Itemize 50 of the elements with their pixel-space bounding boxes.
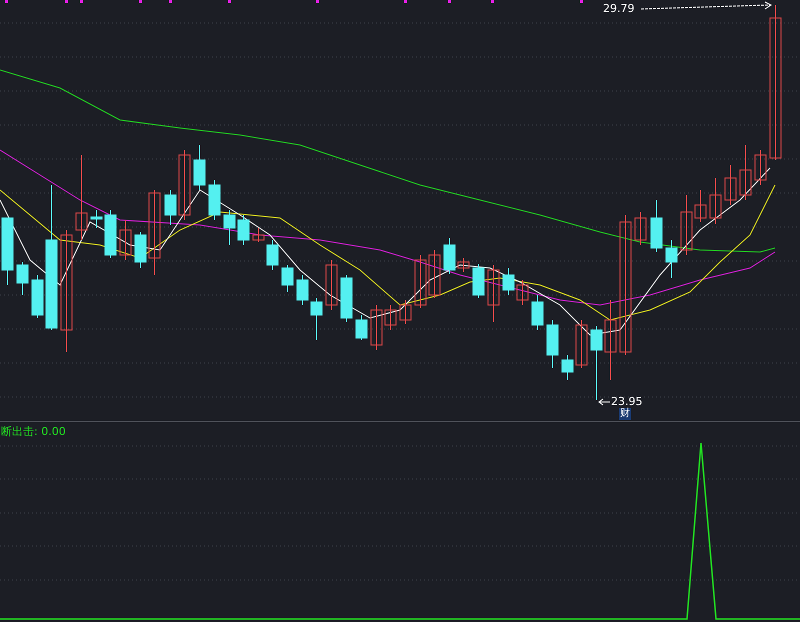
candlestick xyxy=(710,178,722,224)
candlestick xyxy=(208,180,220,220)
candlestick xyxy=(104,210,116,258)
candlestick xyxy=(384,304,396,330)
candlestick xyxy=(680,194,692,256)
candlestick xyxy=(532,294,544,330)
candlestick xyxy=(16,262,28,296)
candlestick xyxy=(488,264,500,322)
candlestick xyxy=(134,232,146,268)
candlestick xyxy=(310,298,322,340)
candlestick xyxy=(296,274,308,306)
price-label: 23.95 xyxy=(611,395,642,408)
candlestick xyxy=(326,260,338,310)
candlestick xyxy=(444,238,456,274)
candlestick xyxy=(266,240,278,270)
candlestick xyxy=(178,150,190,220)
candlestick xyxy=(194,144,206,190)
candlestick xyxy=(754,150,766,186)
price-label: 29.79 xyxy=(603,2,634,15)
candlestick xyxy=(650,200,662,252)
leader-arrow xyxy=(598,398,610,406)
candlestick xyxy=(356,314,368,340)
candlestick xyxy=(340,274,352,322)
candlestick xyxy=(666,240,678,278)
candlestick xyxy=(120,220,132,260)
indicator-label: 断出击: 0.00 xyxy=(1,425,66,438)
candlestick xyxy=(414,254,426,308)
candlestick xyxy=(562,354,574,380)
candlestick xyxy=(472,264,484,298)
candlestick xyxy=(238,214,250,246)
candlestick xyxy=(164,190,176,226)
event-tag: 财 xyxy=(619,408,631,420)
candlestick xyxy=(370,304,382,350)
candlestick xyxy=(252,228,264,242)
candlestick xyxy=(740,144,752,200)
candlestick xyxy=(2,218,14,286)
candlestick xyxy=(224,210,236,246)
candlestick xyxy=(90,210,102,228)
candlestick xyxy=(546,320,558,368)
candlestick xyxy=(458,258,470,272)
candlestick xyxy=(694,190,706,222)
candlestick xyxy=(724,164,736,206)
candlestick xyxy=(634,212,646,246)
candlestick xyxy=(282,264,294,292)
candlestick xyxy=(400,300,412,324)
candlestick xyxy=(516,280,528,306)
candlestick xyxy=(428,250,440,298)
candlestick xyxy=(502,268,514,296)
candlestick xyxy=(32,274,44,318)
candlestick xyxy=(576,320,588,368)
